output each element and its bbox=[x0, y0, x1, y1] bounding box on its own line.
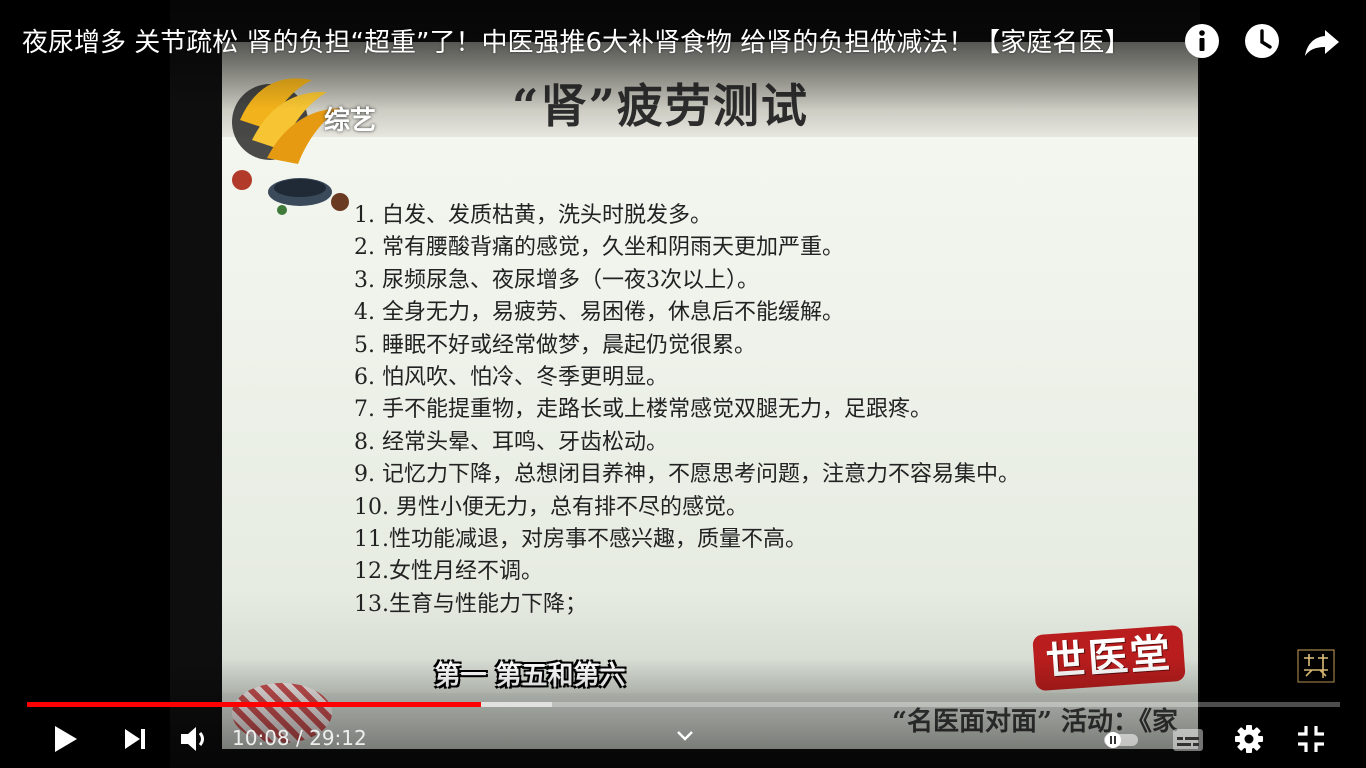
watch-later-button[interactable] bbox=[1243, 22, 1281, 60]
info-button[interactable] bbox=[1183, 22, 1221, 60]
duration: 29:12 bbox=[309, 726, 367, 750]
watermark-logo bbox=[1296, 648, 1336, 684]
symptom-item: 1. 白发、发质枯黄，洗头时脱发多。 bbox=[354, 203, 712, 228]
skip-next-icon bbox=[125, 729, 145, 749]
captions-button[interactable] bbox=[1170, 720, 1206, 758]
symptom-list: 1. 白发、发质枯黄，洗头时脱发多。 2. 常有腰酸背痛的感觉，久坐和阴雨天更加… bbox=[354, 200, 1020, 621]
symptom-item: 2. 常有腰酸背痛的感觉，久坐和阴雨天更加严重。 bbox=[354, 235, 844, 261]
next-button[interactable] bbox=[116, 720, 154, 758]
video-player[interactable]: 综艺 “肾”疲劳测试 1. 白发、发质枯黄，洗头时脱发多。 2. 常有腰酸背痛的… bbox=[0, 0, 1366, 768]
symptom-item: 8. 经常头晕、耳鸣、牙齿松动。 bbox=[354, 429, 668, 455]
symptom-item: 6. 怕风吹、怕冷、冬季更明显。 bbox=[354, 364, 668, 390]
exit-fullscreen-button[interactable] bbox=[1292, 720, 1330, 758]
video-subtitle: 第一 第五和第六 bbox=[170, 655, 1200, 692]
symptom-item: 4. 全身无力，易疲劳、易困倦，休息后不能缓解。 bbox=[354, 300, 844, 326]
progress-played bbox=[27, 702, 482, 707]
volume-button[interactable] bbox=[176, 720, 214, 758]
autoplay-toggle[interactable] bbox=[1100, 720, 1140, 758]
chapter-chevron-button[interactable] bbox=[672, 720, 698, 758]
gear-icon bbox=[1235, 725, 1263, 753]
channel-logo-label: 综艺 bbox=[324, 106, 377, 136]
symptom-item: 13.生育与性能力下降； bbox=[354, 591, 587, 617]
symptom-item: 3. 尿频尿急、夜尿增多（一夜3次以上）。 bbox=[354, 267, 759, 293]
clock-icon bbox=[1245, 24, 1279, 58]
symptom-item: 10. 男性小便无力，总有排不尽的感觉。 bbox=[354, 494, 748, 520]
current-time: 10:08 bbox=[232, 726, 290, 750]
video-title[interactable]: 夜尿增多 关节疏松 肾的负担“超重”了！中医强推6大补肾食物 给肾的负担做减法！… bbox=[22, 22, 1172, 59]
progress-bar[interactable] bbox=[27, 702, 1340, 707]
symptom-item: 5. 睡眠不好或经常做梦，晨起仍觉很累。 bbox=[354, 332, 756, 358]
video-frame[interactable]: 综艺 “肾”疲劳测试 1. 白发、发质枯黄，洗头时脱发多。 2. 常有腰酸背痛的… bbox=[170, 0, 1200, 768]
symptom-item: 9. 记忆力下降，总想闭目养神，不愿思考问题，注意力不容易集中。 bbox=[354, 462, 1020, 488]
watermark-icon bbox=[1297, 649, 1335, 683]
info-icon bbox=[1185, 24, 1219, 58]
symptom-item: 12.女性月经不调。 bbox=[354, 559, 543, 585]
chevron-down-icon bbox=[677, 731, 693, 741]
share-arrow-icon bbox=[1305, 30, 1339, 56]
time-display: 10:08 / 29:12 bbox=[232, 726, 367, 750]
video-subtitle-text: 第一 第五和第六 bbox=[434, 661, 626, 691]
play-icon bbox=[55, 726, 77, 752]
symptom-item: 11.性功能减退，对房事不感兴趣，质量不高。 bbox=[354, 526, 807, 552]
settings-button[interactable] bbox=[1230, 720, 1268, 758]
volume-icon bbox=[181, 727, 204, 751]
share-button[interactable] bbox=[1303, 22, 1341, 60]
slide: 综艺 “肾”疲劳测试 1. 白发、发质枯黄，洗头时脱发多。 2. 常有腰酸背痛的… bbox=[222, 42, 1198, 710]
exit-fullscreen-icon bbox=[1298, 726, 1324, 752]
symptom-item: 7. 手不能提重物，走路长或上楼常感觉双腿无力，足跟疼。 bbox=[354, 397, 932, 423]
time-separator: / bbox=[289, 726, 310, 750]
subtitles-icon bbox=[1173, 729, 1203, 751]
slide-title: “肾”疲劳测试 bbox=[512, 79, 809, 133]
autoplay-toggle-icon bbox=[1104, 732, 1138, 748]
play-button[interactable] bbox=[46, 720, 84, 758]
